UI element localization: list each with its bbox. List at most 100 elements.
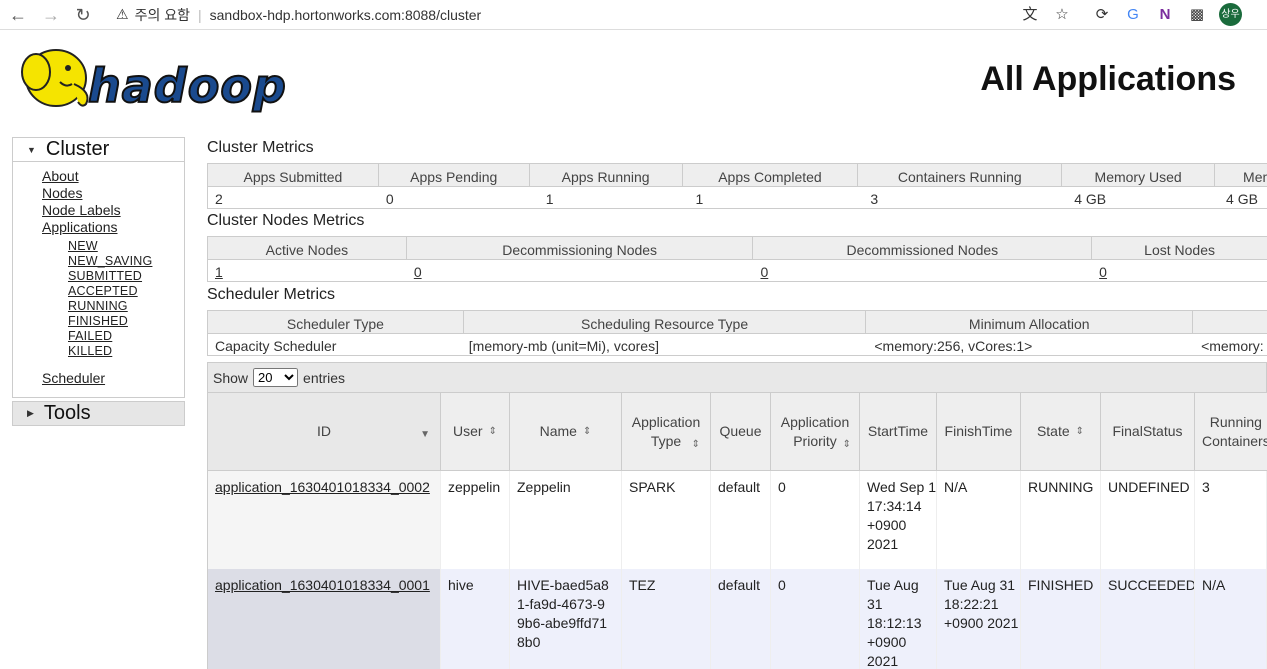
table-cell: <memory: bbox=[1201, 338, 1264, 354]
sidebar-state-submitted[interactable]: SUBMITTED bbox=[68, 269, 142, 283]
sidebar-state-running[interactable]: RUNNING bbox=[68, 299, 128, 313]
onenote-extension-icon[interactable]: N bbox=[1154, 4, 1176, 26]
column-header-label: FinalStatus bbox=[1112, 423, 1183, 439]
scheduler-metrics-table: Scheduler Type Scheduling Resource Type … bbox=[207, 310, 1267, 356]
page-size-select[interactable]: 20 bbox=[253, 368, 299, 387]
sidebar-state-failed[interactable]: FAILED bbox=[68, 329, 112, 343]
bookmark-star-icon[interactable]: ☆ bbox=[1051, 4, 1073, 26]
application-type-cell: TEZ bbox=[622, 569, 711, 669]
profile-avatar[interactable]: 상우 bbox=[1219, 3, 1242, 26]
starttime-cell: Wed Sep 1 17:34:14 +0900 2021 bbox=[860, 471, 937, 569]
application-id-cell[interactable]: application_1630401018334_0001 bbox=[208, 569, 441, 669]
column-header-name[interactable]: Name ⇕ bbox=[510, 393, 622, 470]
active-nodes-link[interactable]: 1 bbox=[208, 260, 406, 281]
sort-icon[interactable]: ⇕ bbox=[583, 422, 591, 441]
column-header: Active Nodes bbox=[265, 242, 349, 258]
column-header: Minimum Allocation bbox=[865, 311, 1192, 333]
sort-icon[interactable]: ⇕ bbox=[692, 435, 700, 454]
decommissioned-nodes-value[interactable]: 0 bbox=[760, 264, 768, 280]
column-header-application-type[interactable]: Application Type ⇕ bbox=[622, 393, 711, 470]
translate-icon[interactable]: 文 bbox=[1019, 4, 1041, 26]
column-header: Apps Completed bbox=[681, 164, 858, 186]
reload-icon[interactable]: ↻ bbox=[72, 4, 94, 26]
column-header: Decommissioned Nodes bbox=[752, 237, 1091, 259]
show-label: Show bbox=[213, 369, 249, 386]
sidebar-state-accepted[interactable]: ACCEPTED bbox=[68, 284, 138, 298]
sidebar-tools-header[interactable]: ▶ Tools bbox=[13, 402, 184, 425]
google-translate-extension-icon[interactable]: G bbox=[1122, 4, 1144, 26]
column-header-user[interactable]: User ⇕ bbox=[441, 393, 510, 470]
sort-icon[interactable]: ⇕ bbox=[1076, 422, 1084, 441]
back-icon[interactable]: ← bbox=[7, 4, 29, 26]
sidebar-cluster-header[interactable]: ▼ Cluster bbox=[13, 138, 184, 162]
hadoop-logo[interactable]: hadoop bbox=[14, 42, 314, 114]
collapsed-triangle-icon: ▶ bbox=[27, 408, 34, 418]
sort-icon[interactable]: ⇕ bbox=[843, 435, 851, 454]
address-bar[interactable]: ⚠ 주의 요함 | sandbox-hdp.hortonworks.com:80… bbox=[106, 1, 1086, 28]
sidebar-state-finished[interactable]: FINISHED bbox=[68, 314, 128, 328]
datatable-length-bar: Show 20 entries bbox=[207, 362, 1267, 393]
table-cell: 2 bbox=[215, 191, 223, 207]
column-header-state[interactable]: State ⇕ bbox=[1021, 393, 1101, 470]
queue-cell: default bbox=[711, 471, 771, 569]
sidebar-link-node-labels[interactable]: Node Labels bbox=[42, 202, 121, 218]
running-containers-cell: 3 bbox=[1195, 471, 1267, 569]
lost-nodes-link[interactable]: 0 bbox=[1091, 260, 1267, 281]
table-row: application_1630401018334_0001 hive HIVE… bbox=[208, 569, 1267, 669]
sidebar-state-killed[interactable]: KILLED bbox=[68, 344, 112, 358]
sidebar-state-new-saving[interactable]: NEW_SAVING bbox=[68, 254, 152, 268]
forward-icon[interactable]: → bbox=[40, 4, 62, 26]
sidebar-link-about[interactable]: About bbox=[42, 168, 79, 184]
column-header-finishtime[interactable]: FinishTime bbox=[937, 393, 1021, 470]
table-header-row: Apps Submitted Apps Pending Apps Running… bbox=[208, 164, 1267, 186]
queue-cell: default bbox=[711, 569, 771, 669]
extensions-puzzle-icon[interactable]: ▩ bbox=[1186, 4, 1208, 26]
table-row: Capacity Scheduler [memory-mb (unit=Mi),… bbox=[208, 333, 1267, 355]
decommissioning-nodes-link[interactable]: 0 bbox=[406, 260, 753, 281]
table-row: application_1630401018334_0002 zeppelin … bbox=[208, 471, 1267, 569]
sidebar-state-new[interactable]: NEW bbox=[68, 239, 98, 253]
column-header-running-containers[interactable]: Running Containers bbox=[1195, 393, 1267, 470]
sidebar-link-nodes[interactable]: Nodes bbox=[42, 185, 82, 201]
application-id-link[interactable]: application_1630401018334_0001 bbox=[215, 577, 430, 593]
security-warning-label[interactable]: 주의 요함 bbox=[135, 5, 190, 25]
browser-toolbar: ← → ↻ ⚠ 주의 요함 | sandbox-hdp.hortonworks.… bbox=[0, 0, 1267, 30]
running-containers-cell: N/A bbox=[1195, 569, 1267, 669]
column-header: Scheduling Resource Type bbox=[462, 311, 866, 333]
decommissioned-nodes-link[interactable]: 0 bbox=[752, 260, 1091, 281]
state-cell: FINISHED bbox=[1021, 569, 1101, 669]
column-header: Containers Running bbox=[857, 164, 1061, 186]
column-header bbox=[1192, 311, 1267, 333]
lost-nodes-value[interactable]: 0 bbox=[1099, 264, 1107, 280]
url-text[interactable]: sandbox-hdp.hortonworks.com:8088/cluster bbox=[210, 7, 482, 23]
user-cell: zeppelin bbox=[441, 471, 510, 569]
user-cell: hive bbox=[441, 569, 510, 669]
priority-cell: 0 bbox=[771, 569, 860, 669]
column-header: Apps Pending bbox=[377, 164, 529, 186]
address-separator: | bbox=[197, 6, 202, 23]
warning-icon[interactable]: ⚠ bbox=[116, 6, 129, 23]
column-header-id[interactable]: ID ▼ bbox=[208, 393, 441, 470]
table-cell: Capacity Scheduler bbox=[215, 338, 337, 354]
sidebar-link-applications[interactable]: Applications bbox=[42, 219, 118, 235]
column-header-starttime[interactable]: StartTime bbox=[860, 393, 937, 470]
sync-extension-icon[interactable]: ⟳ bbox=[1091, 4, 1113, 26]
name-cell: Zeppelin bbox=[510, 471, 622, 569]
sort-icon[interactable]: ⇕ bbox=[489, 422, 497, 441]
column-header-queue[interactable]: Queue bbox=[711, 393, 771, 470]
state-cell: RUNNING bbox=[1021, 471, 1101, 569]
column-header-finalstatus[interactable]: FinalStatus bbox=[1101, 393, 1195, 470]
expanded-triangle-icon: ▼ bbox=[27, 144, 36, 155]
application-id-cell[interactable]: application_1630401018334_0002 bbox=[208, 471, 441, 569]
sidebar-tools-panel[interactable]: ▶ Tools bbox=[12, 401, 185, 426]
column-header-application-priority[interactable]: Application Priority ⇕ bbox=[771, 393, 860, 470]
active-nodes-value[interactable]: 1 bbox=[215, 264, 223, 280]
decommissioning-nodes-value[interactable]: 0 bbox=[414, 264, 422, 280]
sidebar-link-scheduler[interactable]: Scheduler bbox=[42, 370, 105, 386]
table-header-row: ID ▼ User ⇕ Name ⇕ Application Type ⇕ Qu… bbox=[208, 393, 1267, 471]
column-header-label: State bbox=[1036, 423, 1070, 439]
application-id-link[interactable]: application_1630401018334_0002 bbox=[215, 479, 430, 495]
column-header-label: Running Containers bbox=[1202, 413, 1267, 449]
sort-desc-icon[interactable]: ▼ bbox=[420, 425, 430, 444]
page-title: All Applications bbox=[980, 60, 1236, 98]
